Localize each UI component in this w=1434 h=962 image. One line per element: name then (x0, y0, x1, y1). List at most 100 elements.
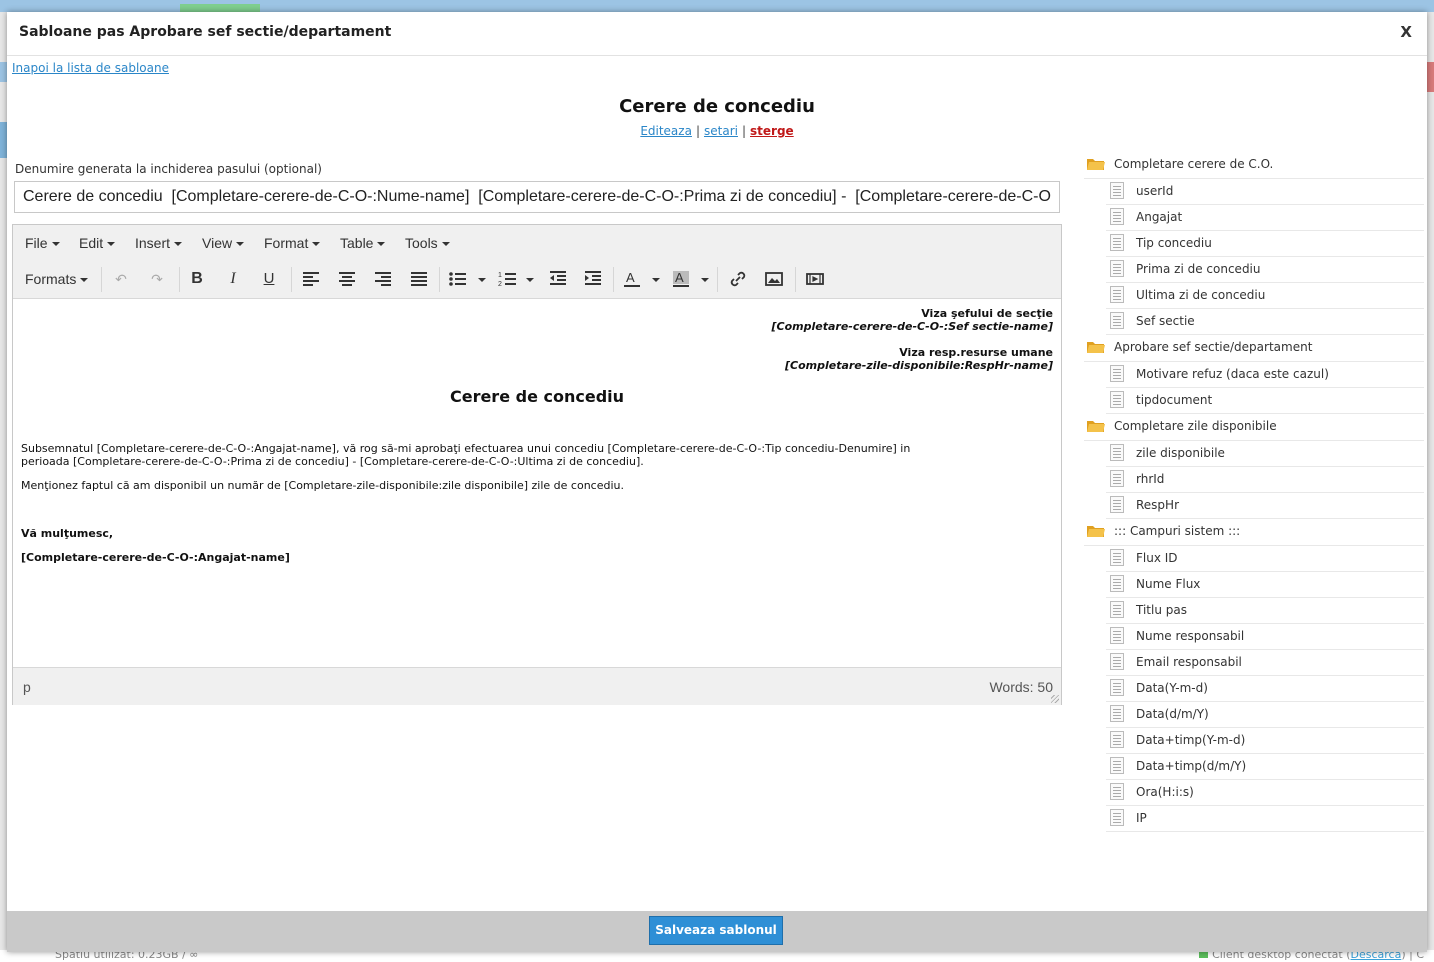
tree-field-label: Data+timp(d/m/Y) (1136, 759, 1247, 773)
tree-field-item[interactable]: Nume Flux (1106, 572, 1424, 598)
background-color-icon[interactable]: A (672, 269, 690, 289)
redo-icon[interactable]: ↷ (147, 269, 167, 289)
tree-field-item[interactable]: Motivare refuz (daca este cazul) (1106, 362, 1424, 388)
tree-field-item[interactable]: userId (1106, 179, 1424, 205)
document-icon (1110, 470, 1124, 487)
align-left-icon[interactable] (301, 269, 321, 289)
menu-format[interactable]: Format (264, 235, 321, 251)
chevron-down-icon (312, 242, 321, 247)
tree-field-item[interactable]: Angajat (1106, 205, 1424, 231)
tree-field-label: Flux ID (1136, 551, 1178, 565)
tree-field-item[interactable]: Tip concediu (1106, 231, 1424, 257)
outdent-icon[interactable] (548, 269, 568, 289)
close-icon[interactable]: X (1400, 23, 1412, 41)
media-icon[interactable] (805, 269, 825, 289)
tree-field-item[interactable]: Data(Y-m-d) (1106, 676, 1424, 702)
document-actions: Editeaza | setari | sterge (7, 124, 1427, 138)
viza1-title: Viza şefului de secţie (921, 307, 1053, 320)
tree-field-label: tipdocument (1136, 393, 1213, 407)
menu-tools[interactable]: Tools (405, 235, 450, 251)
link-icon[interactable] (728, 269, 748, 289)
italic-icon[interactable]: I (223, 269, 243, 289)
edit-link[interactable]: Editeaza (640, 124, 692, 138)
chevron-down-icon (51, 242, 60, 247)
back-to-templates-link[interactable]: Inapoi la lista de sabloane (12, 61, 169, 75)
settings-link[interactable]: setari (704, 124, 738, 138)
numbered-list-icon[interactable]: 12 (498, 269, 518, 289)
tree-field-item[interactable]: Ultima zi de concediu (1106, 283, 1424, 309)
menu-file[interactable]: File (25, 235, 60, 251)
document-icon (1110, 731, 1124, 748)
underline-icon[interactable]: U (259, 269, 279, 289)
tree-field-item[interactable]: Sef sectie (1106, 309, 1424, 335)
bullet-list-icon[interactable] (448, 269, 468, 289)
tree-field-item[interactable]: Titlu pas (1106, 598, 1424, 624)
viza2-title: Viza resp.resurse umane (899, 346, 1053, 359)
tree-field-item[interactable]: Prima zi de concediu (1106, 257, 1424, 283)
editor-content[interactable]: Viza şefului de secţie [Completare-cerer… (13, 299, 1061, 667)
tree-field-item[interactable]: zile disponibile (1106, 441, 1424, 467)
tree-field-label: IP (1136, 811, 1147, 825)
tree-field-label: Ora(H:i:s) (1136, 785, 1194, 799)
document-icon (1110, 601, 1124, 618)
tree-field-item[interactable]: Ora(H:i:s) (1106, 780, 1424, 806)
tree-folder[interactable]: Aprobare sef sectie/departament (1084, 335, 1424, 362)
bold-icon[interactable]: B (187, 269, 207, 289)
viza-sef-sectie: Viza şefului de secţie [Completare-cerer… (771, 307, 1053, 333)
menu-view[interactable]: View (202, 235, 245, 251)
tree-field-item[interactable]: rhrId (1106, 467, 1424, 493)
tree-field-item[interactable]: tipdocument (1106, 388, 1424, 414)
menu-edit[interactable]: Edit (79, 235, 116, 251)
align-center-icon[interactable] (337, 269, 357, 289)
element-path[interactable]: p (23, 679, 31, 695)
tree-folder[interactable]: Completare zile disponibile (1084, 414, 1424, 441)
menu-insert[interactable]: Insert (135, 235, 183, 251)
svg-text:2: 2 (498, 281, 502, 288)
document-icon (1110, 365, 1124, 382)
image-icon[interactable] (764, 269, 784, 289)
tree-field-item[interactable]: Nume responsabil (1106, 624, 1424, 650)
chevron-down-icon[interactable] (701, 278, 709, 282)
delete-link[interactable]: sterge (750, 124, 794, 138)
formats-dropdown[interactable]: Formats (25, 269, 89, 289)
align-right-icon[interactable] (373, 269, 393, 289)
tree-field-item[interactable]: Data(d/m/Y) (1106, 702, 1424, 728)
text-color-icon[interactable]: A (623, 269, 641, 289)
align-justify-icon[interactable] (409, 269, 429, 289)
chevron-down-icon (107, 242, 116, 247)
toolbar-divider (101, 267, 102, 292)
word-count: Words: 50 (989, 679, 1053, 695)
document-icon (1110, 286, 1124, 303)
tree-field-label: Titlu pas (1136, 603, 1187, 617)
undo-icon[interactable]: ↶ (111, 269, 131, 289)
tree-field-item[interactable]: RespHr (1106, 493, 1424, 519)
tree-folder[interactable]: ::: Campuri sistem ::: (1084, 519, 1424, 546)
tree-field-item[interactable]: Data+timp(d/m/Y) (1106, 754, 1424, 780)
tree-field-item[interactable]: Email responsabil (1106, 650, 1424, 676)
chevron-down-icon[interactable] (478, 278, 486, 282)
tree-field-item[interactable]: Flux ID (1106, 546, 1424, 572)
chevron-down-icon[interactable] (652, 278, 660, 282)
tree-field-item[interactable]: IP (1106, 806, 1424, 832)
generated-name-input[interactable] (14, 181, 1060, 213)
tree-folder[interactable]: Completare cerere de C.O. (1084, 152, 1424, 179)
document-icon (1110, 575, 1124, 592)
document-icon (1110, 705, 1124, 722)
chevron-down-icon (174, 242, 183, 247)
resize-handle-icon[interactable] (1051, 695, 1059, 703)
chevron-down-icon[interactable] (526, 278, 534, 282)
menu-table[interactable]: Table (340, 235, 386, 251)
document-icon (1110, 260, 1124, 277)
svg-text:1: 1 (498, 272, 502, 279)
tree-field-label: Data+timp(Y-m-d) (1136, 733, 1246, 747)
tree-field-label: userId (1136, 184, 1174, 198)
viza2-field: [Completare-zile-disponibile:RespHr-name… (784, 359, 1053, 372)
tree-folder-label: Completare zile disponibile (1114, 419, 1277, 433)
save-template-button[interactable]: Salveaza sablonul (649, 916, 783, 945)
tree-field-label: Nume Flux (1136, 577, 1201, 591)
indent-icon[interactable] (583, 269, 603, 289)
document-icon (1110, 234, 1124, 251)
content-thanks: Vă mulţumesc, (21, 527, 114, 540)
folder-icon (1087, 159, 1105, 170)
tree-field-item[interactable]: Data+timp(Y-m-d) (1106, 728, 1424, 754)
